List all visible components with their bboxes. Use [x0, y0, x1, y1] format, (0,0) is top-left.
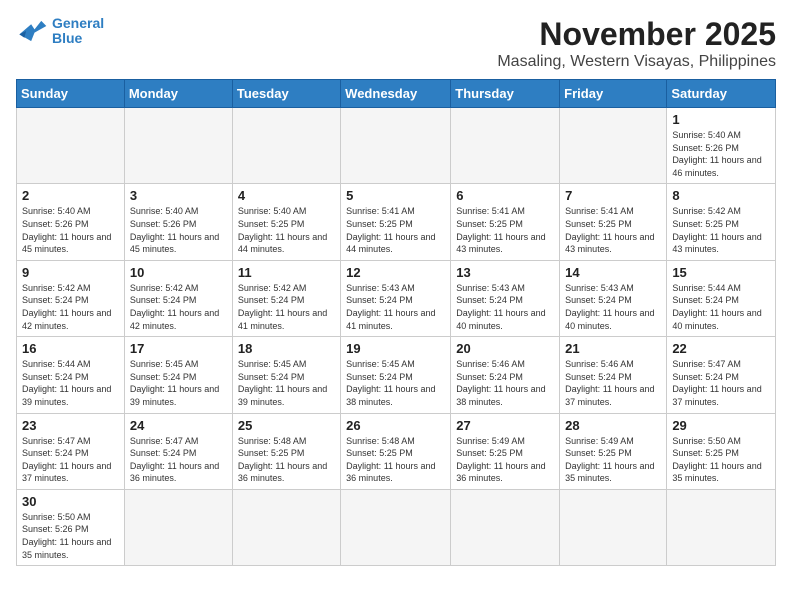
calendar-header-row: Sunday Monday Tuesday Wednesday Thursday… [17, 80, 776, 108]
empty-cell [667, 489, 776, 565]
calendar-row-4: 16 Sunrise: 5:44 AMSunset: 5:24 PMDaylig… [17, 337, 776, 413]
empty-cell [17, 108, 125, 184]
day-7: 7 Sunrise: 5:41 AMSunset: 5:25 PMDayligh… [560, 184, 667, 260]
calendar-table: Sunday Monday Tuesday Wednesday Thursday… [16, 79, 776, 566]
day-22: 22 Sunrise: 5:47 AMSunset: 5:24 PMDaylig… [667, 337, 776, 413]
logo-text: General Blue [52, 16, 104, 47]
col-friday: Friday [560, 80, 667, 108]
day-18: 18 Sunrise: 5:45 AMSunset: 5:24 PMDaylig… [232, 337, 340, 413]
calendar-row-1: 1 Sunrise: 5:40 AMSunset: 5:26 PMDayligh… [17, 108, 776, 184]
day-30: 30 Sunrise: 5:50 AMSunset: 5:26 PMDaylig… [17, 489, 125, 565]
empty-cell [560, 108, 667, 184]
day-14: 14 Sunrise: 5:43 AMSunset: 5:24 PMDaylig… [560, 260, 667, 336]
empty-cell [451, 108, 560, 184]
empty-cell [560, 489, 667, 565]
location-title: Masaling, Western Visayas, Philippines [497, 53, 776, 71]
day-6: 6 Sunrise: 5:41 AMSunset: 5:25 PMDayligh… [451, 184, 560, 260]
day-25: 25 Sunrise: 5:48 AMSunset: 5:25 PMDaylig… [232, 413, 340, 489]
day-3: 3 Sunrise: 5:40 AMSunset: 5:26 PMDayligh… [124, 184, 232, 260]
empty-cell [341, 108, 451, 184]
day-5: 5 Sunrise: 5:41 AMSunset: 5:25 PMDayligh… [341, 184, 451, 260]
day-29: 29 Sunrise: 5:50 AMSunset: 5:25 PMDaylig… [667, 413, 776, 489]
day-20: 20 Sunrise: 5:46 AMSunset: 5:24 PMDaylig… [451, 337, 560, 413]
empty-cell [232, 489, 340, 565]
day-13: 13 Sunrise: 5:43 AMSunset: 5:24 PMDaylig… [451, 260, 560, 336]
day-24: 24 Sunrise: 5:47 AMSunset: 5:24 PMDaylig… [124, 413, 232, 489]
day-19: 19 Sunrise: 5:45 AMSunset: 5:24 PMDaylig… [341, 337, 451, 413]
day-21: 21 Sunrise: 5:46 AMSunset: 5:24 PMDaylig… [560, 337, 667, 413]
day-26: 26 Sunrise: 5:48 AMSunset: 5:25 PMDaylig… [341, 413, 451, 489]
day-28: 28 Sunrise: 5:49 AMSunset: 5:25 PMDaylig… [560, 413, 667, 489]
empty-cell [232, 108, 340, 184]
day-11: 11 Sunrise: 5:42 AMSunset: 5:24 PMDaylig… [232, 260, 340, 336]
calendar-row-2: 2 Sunrise: 5:40 AMSunset: 5:26 PMDayligh… [17, 184, 776, 260]
day-16: 16 Sunrise: 5:44 AMSunset: 5:24 PMDaylig… [17, 337, 125, 413]
day-27: 27 Sunrise: 5:49 AMSunset: 5:25 PMDaylig… [451, 413, 560, 489]
day-4: 4 Sunrise: 5:40 AMSunset: 5:25 PMDayligh… [232, 184, 340, 260]
day-2: 2 Sunrise: 5:40 AMSunset: 5:26 PMDayligh… [17, 184, 125, 260]
col-saturday: Saturday [667, 80, 776, 108]
page-header: General Blue November 2025 Masaling, Wes… [16, 16, 776, 71]
calendar-row-6: 30 Sunrise: 5:50 AMSunset: 5:26 PMDaylig… [17, 489, 776, 565]
col-wednesday: Wednesday [341, 80, 451, 108]
empty-cell [451, 489, 560, 565]
calendar-row-5: 23 Sunrise: 5:47 AMSunset: 5:24 PMDaylig… [17, 413, 776, 489]
day-23: 23 Sunrise: 5:47 AMSunset: 5:24 PMDaylig… [17, 413, 125, 489]
day-17: 17 Sunrise: 5:45 AMSunset: 5:24 PMDaylig… [124, 337, 232, 413]
month-title: November 2025 [497, 16, 776, 53]
empty-cell [124, 108, 232, 184]
empty-cell [124, 489, 232, 565]
col-monday: Monday [124, 80, 232, 108]
day-8: 8 Sunrise: 5:42 AMSunset: 5:25 PMDayligh… [667, 184, 776, 260]
day-1: 1 Sunrise: 5:40 AMSunset: 5:26 PMDayligh… [667, 108, 776, 184]
day-15: 15 Sunrise: 5:44 AMSunset: 5:24 PMDaylig… [667, 260, 776, 336]
col-sunday: Sunday [17, 80, 125, 108]
col-thursday: Thursday [451, 80, 560, 108]
logo: General Blue [16, 16, 104, 47]
day-10: 10 Sunrise: 5:42 AMSunset: 5:24 PMDaylig… [124, 260, 232, 336]
logo-icon [16, 17, 48, 45]
col-tuesday: Tuesday [232, 80, 340, 108]
calendar-row-3: 9 Sunrise: 5:42 AMSunset: 5:24 PMDayligh… [17, 260, 776, 336]
day-9: 9 Sunrise: 5:42 AMSunset: 5:24 PMDayligh… [17, 260, 125, 336]
title-area: November 2025 Masaling, Western Visayas,… [497, 16, 776, 71]
empty-cell [341, 489, 451, 565]
day-12: 12 Sunrise: 5:43 AMSunset: 5:24 PMDaylig… [341, 260, 451, 336]
